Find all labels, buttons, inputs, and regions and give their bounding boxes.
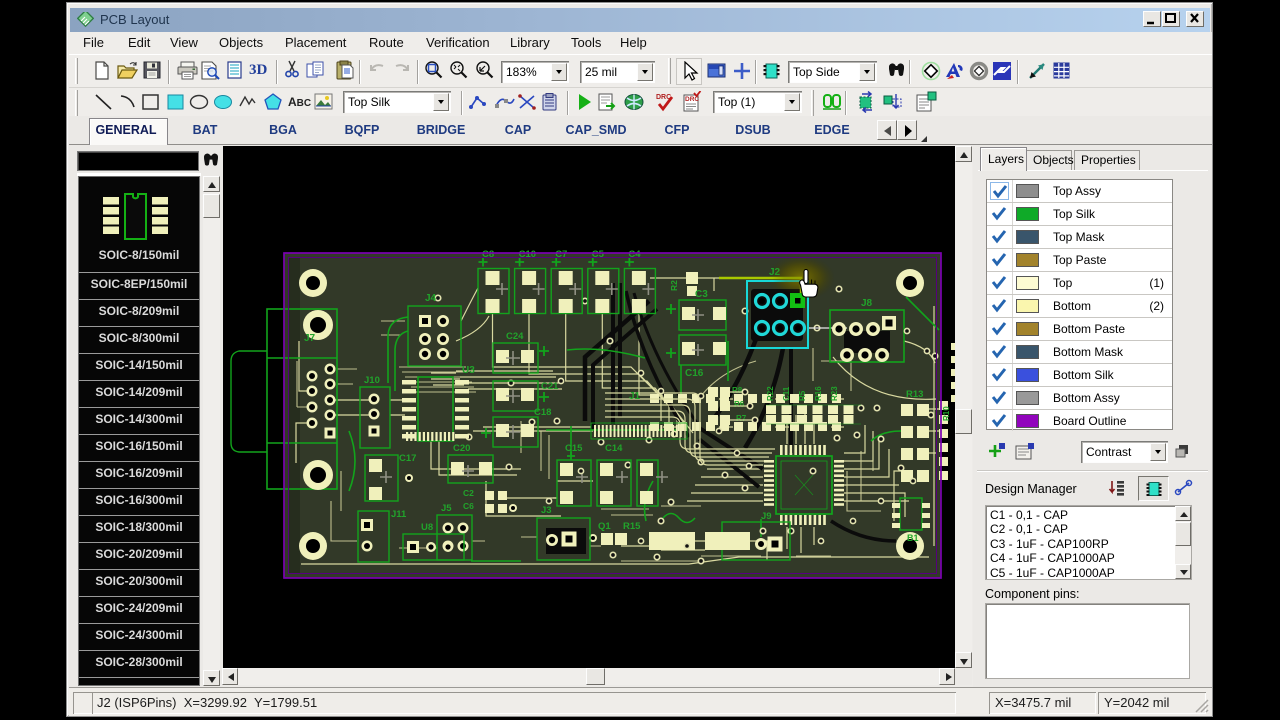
svg-text:C8: C8 <box>482 249 494 260</box>
svg-text:Q1: Q1 <box>598 521 611 532</box>
svg-text:R10: R10 <box>942 406 951 421</box>
svg-text:R13: R13 <box>906 389 923 400</box>
svg-text:C20: C20 <box>453 443 470 454</box>
svg-text:C16: C16 <box>685 368 704 379</box>
svg-text:J1: J1 <box>629 391 641 402</box>
svg-text:C7: C7 <box>555 249 567 260</box>
svg-text:C18: C18 <box>534 407 551 418</box>
svg-text:C2: C2 <box>463 488 474 498</box>
svg-text:R8: R8 <box>732 386 743 395</box>
svg-text:R7: R7 <box>736 414 747 423</box>
svg-text:R15: R15 <box>623 521 641 532</box>
svg-text:B1: B1 <box>907 533 919 543</box>
svg-text:U3: U3 <box>462 365 475 376</box>
svg-text:R2: R2 <box>669 280 679 291</box>
svg-text:C15: C15 <box>565 443 583 454</box>
svg-text:C21: C21 <box>541 381 559 392</box>
svg-text:C3: C3 <box>695 289 708 300</box>
svg-text:C10: C10 <box>519 249 536 260</box>
svg-text:J5: J5 <box>441 503 452 514</box>
svg-text:C17: C17 <box>399 453 416 464</box>
svg-text:DRC: DRC <box>685 96 699 103</box>
svg-text:R16: R16 <box>814 386 823 401</box>
svg-text:J4: J4 <box>425 293 437 304</box>
svg-text:C5: C5 <box>592 249 605 260</box>
svg-text:J8: J8 <box>861 298 873 309</box>
svg-text:R6: R6 <box>734 400 745 409</box>
svg-text:R5: R5 <box>798 390 807 401</box>
svg-text:J3: J3 <box>541 505 552 516</box>
svg-text:C11: C11 <box>782 386 791 401</box>
svg-text:J11: J11 <box>391 509 407 520</box>
svg-text:R23: R23 <box>830 386 839 401</box>
svg-text:J10: J10 <box>364 375 380 386</box>
svg-text:C24: C24 <box>506 331 524 342</box>
svg-text:C6: C6 <box>463 501 474 511</box>
svg-text:J7: J7 <box>304 333 316 344</box>
svg-text:C14: C14 <box>605 443 623 454</box>
svg-text:U8: U8 <box>421 522 433 533</box>
svg-text:C4: C4 <box>628 249 641 260</box>
svg-text:J9: J9 <box>761 511 772 522</box>
svg-text:R22: R22 <box>766 386 775 401</box>
